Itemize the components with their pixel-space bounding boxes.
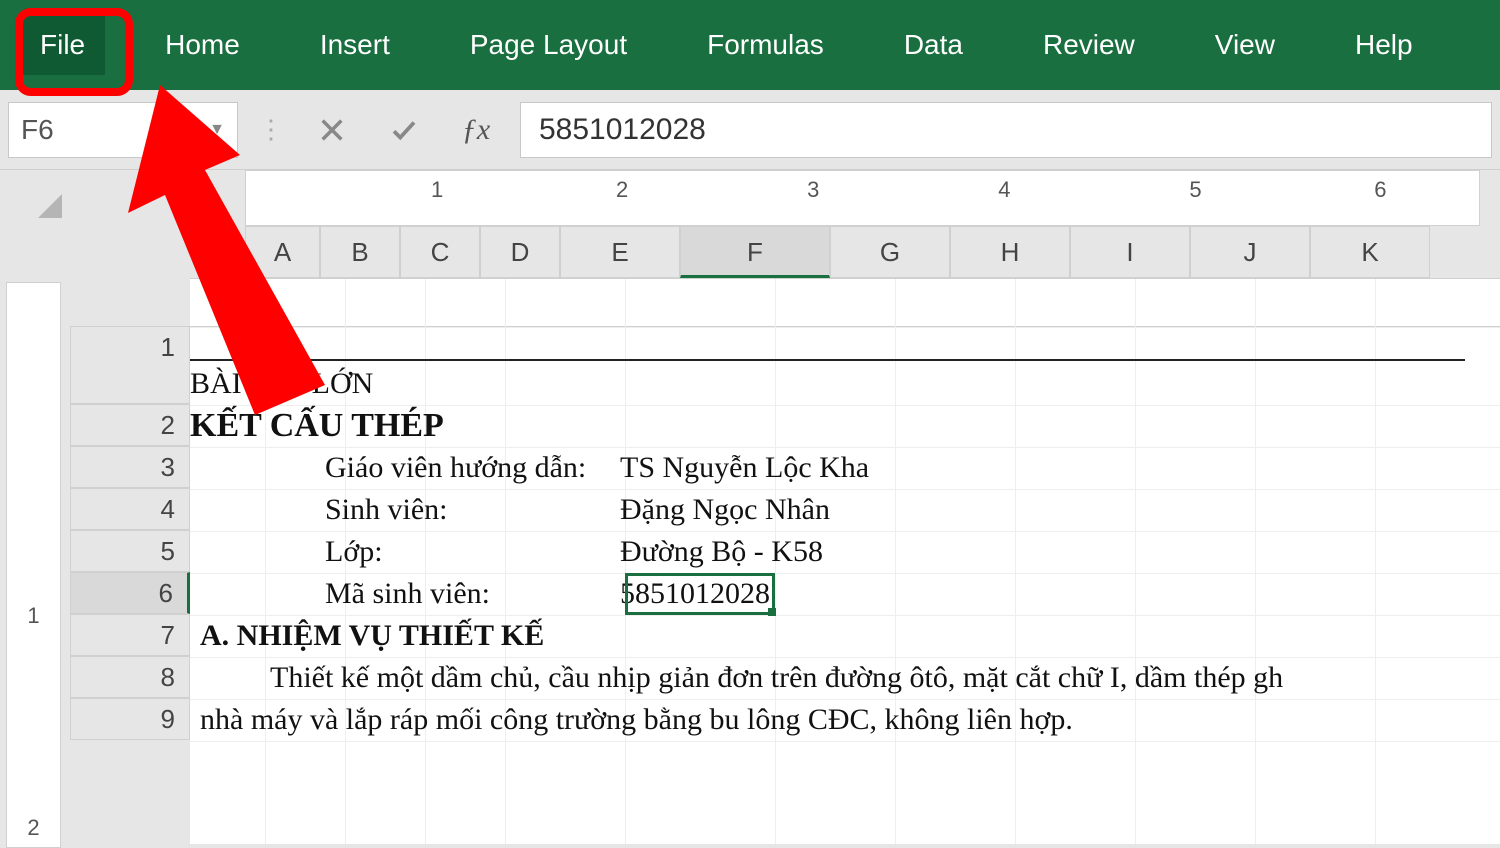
field-value: Đường Bộ - K58 bbox=[620, 535, 823, 569]
col-header-i[interactable]: I bbox=[1070, 226, 1190, 278]
tab-page-layout[interactable]: Page Layout bbox=[450, 15, 647, 75]
worksheet: 1 2 1 2 3 4 5 6 7 8 9 bbox=[0, 278, 1500, 844]
horizontal-ruler[interactable]: 1 2 3 4 5 6 bbox=[245, 170, 1480, 226]
vruler-tick: 2 bbox=[27, 815, 39, 841]
select-all-cell[interactable] bbox=[0, 170, 70, 226]
col-header-h[interactable]: H bbox=[950, 226, 1070, 278]
sheet-cells[interactable]: BÀI TẬP LỚN KẾT CẤU THÉP Giáo viên hướng… bbox=[190, 278, 1500, 844]
doc-title: KẾT CẤU THÉP bbox=[190, 407, 1500, 445]
col-header-b[interactable]: B bbox=[320, 226, 400, 278]
col-header-d[interactable]: D bbox=[480, 226, 560, 278]
col-header-g[interactable]: G bbox=[830, 226, 950, 278]
formula-input[interactable]: 5851012028 bbox=[520, 102, 1492, 158]
doc-supertitle: BÀI TẬP LỚN bbox=[190, 331, 1500, 401]
ruler-tick: 1 bbox=[431, 177, 443, 203]
col-header-j[interactable]: J bbox=[1190, 226, 1310, 278]
check-icon bbox=[389, 115, 419, 145]
col-header-f[interactable]: F bbox=[680, 226, 830, 278]
row-header-7[interactable]: 7 bbox=[70, 614, 190, 656]
tab-data[interactable]: Data bbox=[884, 15, 983, 75]
field-value: TS Nguyễn Lộc Kha bbox=[620, 451, 869, 485]
row-header-2[interactable]: 2 bbox=[70, 404, 190, 446]
tab-formulas[interactable]: Formulas bbox=[687, 15, 844, 75]
enter-formula-button[interactable] bbox=[376, 102, 432, 158]
ruler-tick: 2 bbox=[616, 177, 628, 203]
col-header-a[interactable]: A bbox=[245, 226, 320, 278]
row-header-6[interactable]: 6 bbox=[70, 572, 190, 614]
field-label: Sinh viên: bbox=[190, 493, 620, 527]
row-header-4[interactable]: 4 bbox=[70, 488, 190, 530]
field-label: Lớp: bbox=[190, 535, 620, 569]
insert-function-button[interactable]: ƒx bbox=[448, 102, 504, 158]
tab-home[interactable]: Home bbox=[145, 15, 260, 75]
col-header-k[interactable]: K bbox=[1310, 226, 1430, 278]
ribbon: File Home Insert Page Layout Formulas Da… bbox=[0, 0, 1500, 90]
paragraph-text: Thiết kế một dầm chủ, cầu nhịp giản đơn … bbox=[190, 657, 1303, 699]
vruler-tick: 1 bbox=[27, 603, 39, 629]
field-value: Đặng Ngọc Nhân bbox=[620, 493, 830, 527]
formula-bar: F6 ▼ ⋮ ƒx 5851012028 bbox=[0, 90, 1500, 170]
section-heading-a: A. NHIỆM VỤ THIẾT KẾ bbox=[190, 619, 544, 653]
column-headers: A B C D E F G H I J K bbox=[0, 226, 1500, 278]
ruler-row: 1 2 3 4 5 6 bbox=[0, 170, 1500, 226]
field-value-selected: 5851012028 bbox=[620, 577, 770, 611]
formula-value: 5851012028 bbox=[539, 113, 706, 147]
field-label: Mã sinh viên: bbox=[190, 577, 620, 611]
row-header-9[interactable]: 9 bbox=[70, 698, 190, 740]
tab-review[interactable]: Review bbox=[1023, 15, 1155, 75]
cancel-formula-button[interactable] bbox=[304, 102, 360, 158]
chevron-down-icon: ▼ bbox=[209, 121, 225, 139]
row-header-8[interactable]: 8 bbox=[70, 656, 190, 698]
ruler-tick: 4 bbox=[998, 177, 1010, 203]
row-header-5[interactable]: 5 bbox=[70, 530, 190, 572]
tab-insert[interactable]: Insert bbox=[300, 15, 410, 75]
x-icon bbox=[318, 116, 346, 144]
tab-help[interactable]: Help bbox=[1335, 15, 1433, 75]
ruler-tick: 6 bbox=[1374, 177, 1386, 203]
ruler-tick: 3 bbox=[807, 177, 819, 203]
tab-view[interactable]: View bbox=[1195, 15, 1295, 75]
row-headers: 1 2 3 4 5 6 7 8 9 bbox=[70, 278, 190, 844]
tab-file[interactable]: File bbox=[20, 15, 105, 75]
ruler-tick: 5 bbox=[1189, 177, 1201, 203]
vertical-dots-icon[interactable]: ⋮ bbox=[254, 114, 288, 145]
vertical-ruler[interactable]: 1 2 bbox=[6, 282, 61, 848]
field-label: Giáo viên hướng dẫn: bbox=[190, 451, 620, 485]
row-header-1[interactable]: 1 bbox=[70, 326, 190, 404]
col-header-e[interactable]: E bbox=[560, 226, 680, 278]
paragraph-text: nhà máy và lắp ráp mối công trường bằng … bbox=[190, 699, 1073, 741]
name-box[interactable]: F6 ▼ bbox=[8, 102, 238, 158]
row-header-3[interactable]: 3 bbox=[70, 446, 190, 488]
col-header-c[interactable]: C bbox=[400, 226, 480, 278]
name-box-value: F6 bbox=[21, 114, 54, 146]
